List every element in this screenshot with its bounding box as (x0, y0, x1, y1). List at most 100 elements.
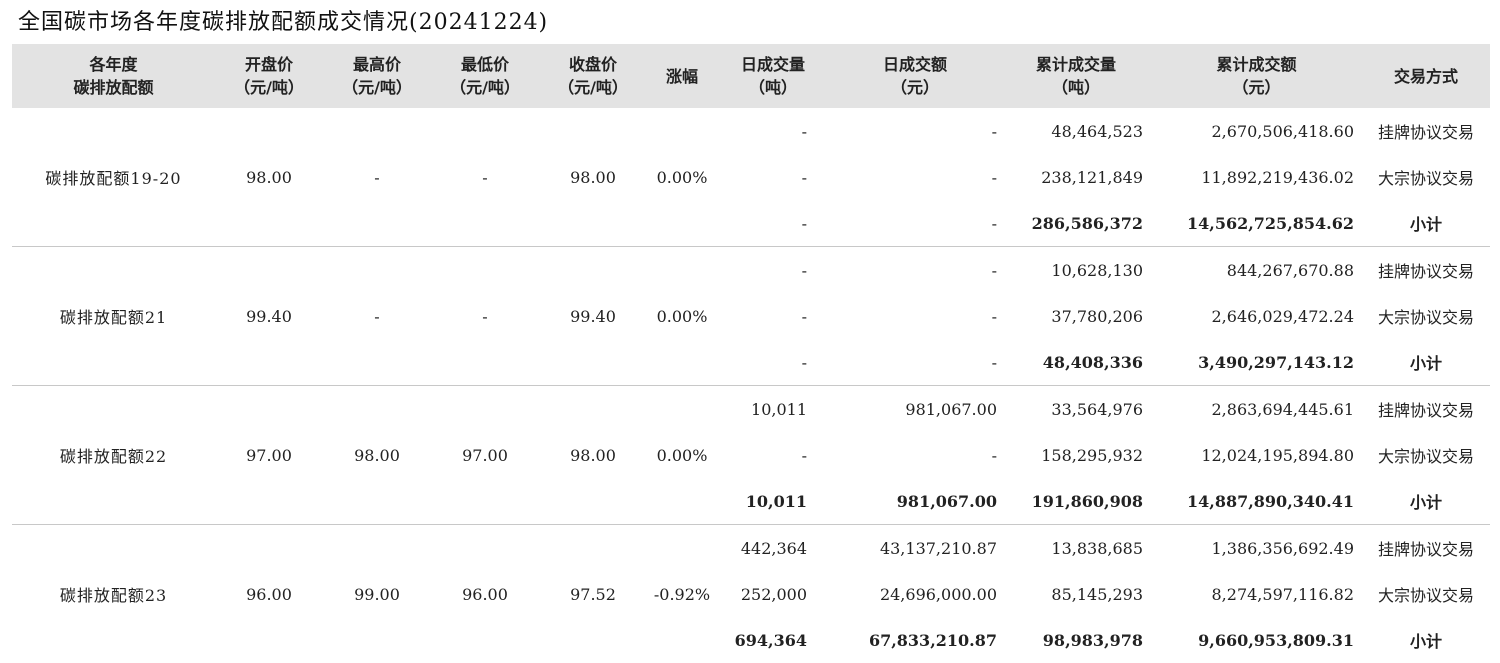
table-row: 碳排放配额22 97.00 98.00 97.00 98.00 0.00% 10… (12, 386, 1490, 433)
day-amount: 981,067.00 (829, 386, 1001, 433)
day-amount: - (829, 154, 1001, 200)
trade-method: 小计 (1362, 478, 1490, 525)
col-header-low: 最低价（元/吨） (431, 44, 539, 108)
quota-name: 碳排放配额21 (12, 247, 215, 386)
day-volume: - (717, 108, 829, 154)
col-header-day-amount: 日成交额（元） (829, 44, 1001, 108)
col-header-change: 涨幅 (647, 44, 717, 108)
table-row: 碳排放配额23 96.00 99.00 96.00 97.52 -0.92% 4… (12, 525, 1490, 572)
table-row: 碳排放配额19-20 98.00 - - 98.00 0.00% - - 48,… (12, 108, 1490, 154)
col-header-method: 交易方式 (1362, 44, 1490, 108)
trade-method: 小计 (1362, 339, 1490, 386)
cum-volume: 48,464,523 (1001, 108, 1151, 154)
low-price: - (431, 108, 539, 247)
carbon-quota-table: 各年度碳排放配额 开盘价（元/吨） 最高价（元/吨） 最低价（元/吨） 收盘价（… (12, 44, 1490, 663)
day-amount: - (829, 293, 1001, 339)
quota-name: 碳排放配额23 (12, 525, 215, 663)
col-header-close: 收盘价（元/吨） (539, 44, 647, 108)
cum-volume: 98,983,978 (1001, 617, 1151, 663)
open-price: 99.40 (215, 247, 323, 386)
col-header-cum-amount: 累计成交额（元） (1151, 44, 1362, 108)
day-amount: - (829, 247, 1001, 294)
cum-amount: 844,267,670.88 (1151, 247, 1362, 294)
cum-amount: 8,274,597,116.82 (1151, 571, 1362, 617)
cum-amount: 2,863,694,445.61 (1151, 386, 1362, 433)
day-volume: 442,364 (717, 525, 829, 572)
high-price: - (323, 108, 431, 247)
change-pct: 0.00% (647, 247, 717, 386)
cum-volume: 238,121,849 (1001, 154, 1151, 200)
quota-name: 碳排放配额19-20 (12, 108, 215, 247)
open-price: 97.00 (215, 386, 323, 525)
day-volume: 252,000 (717, 571, 829, 617)
high-price: - (323, 247, 431, 386)
cum-volume: 158,295,932 (1001, 432, 1151, 478)
day-amount: 24,696,000.00 (829, 571, 1001, 617)
cum-volume: 286,586,372 (1001, 200, 1151, 247)
day-volume: - (717, 200, 829, 247)
trade-method: 大宗协议交易 (1362, 293, 1490, 339)
quota-name: 碳排放配额22 (12, 386, 215, 525)
high-price: 98.00 (323, 386, 431, 525)
day-volume: 10,011 (717, 478, 829, 525)
cum-amount: 2,646,029,472.24 (1151, 293, 1362, 339)
cum-amount: 1,386,356,692.49 (1151, 525, 1362, 572)
cum-amount: 14,887,890,340.41 (1151, 478, 1362, 525)
cum-volume: 37,780,206 (1001, 293, 1151, 339)
cum-amount: 2,670,506,418.60 (1151, 108, 1362, 154)
change-pct: 0.00% (647, 108, 717, 247)
trade-method: 挂牌协议交易 (1362, 108, 1490, 154)
page-title: 全国碳市场各年度碳排放配额成交情况(20241224) (18, 4, 548, 36)
day-amount: - (829, 432, 1001, 478)
trade-method: 挂牌协议交易 (1362, 525, 1490, 572)
close-price: 98.00 (539, 108, 647, 247)
day-amount: 43,137,210.87 (829, 525, 1001, 572)
col-header-open: 开盘价（元/吨） (215, 44, 323, 108)
day-volume: 10,011 (717, 386, 829, 433)
col-header-day-volume: 日成交量（吨） (717, 44, 829, 108)
close-price: 99.40 (539, 247, 647, 386)
day-volume: - (717, 432, 829, 478)
low-price: 97.00 (431, 386, 539, 525)
col-header-quota: 各年度碳排放配额 (12, 44, 215, 108)
trade-method: 大宗协议交易 (1362, 571, 1490, 617)
close-price: 97.52 (539, 525, 647, 663)
cum-amount: 12,024,195,894.80 (1151, 432, 1362, 478)
cum-volume: 48,408,336 (1001, 339, 1151, 386)
cum-amount: 11,892,219,436.02 (1151, 154, 1362, 200)
day-volume: - (717, 293, 829, 339)
day-volume: 694,364 (717, 617, 829, 663)
table-header-row: 各年度碳排放配额 开盘价（元/吨） 最高价（元/吨） 最低价（元/吨） 收盘价（… (12, 44, 1490, 108)
cum-volume: 13,838,685 (1001, 525, 1151, 572)
change-pct: -0.92% (647, 525, 717, 663)
day-volume: - (717, 247, 829, 294)
close-price: 98.00 (539, 386, 647, 525)
trade-method: 挂牌协议交易 (1362, 386, 1490, 433)
col-header-cum-volume: 累计成交量（吨） (1001, 44, 1151, 108)
high-price: 99.00 (323, 525, 431, 663)
trade-method: 大宗协议交易 (1362, 432, 1490, 478)
day-volume: - (717, 339, 829, 386)
trade-method: 大宗协议交易 (1362, 154, 1490, 200)
day-volume: - (717, 154, 829, 200)
cum-volume: 85,145,293 (1001, 571, 1151, 617)
day-amount: - (829, 200, 1001, 247)
col-header-high: 最高价（元/吨） (323, 44, 431, 108)
trade-method: 小计 (1362, 200, 1490, 247)
cum-amount: 3,490,297,143.12 (1151, 339, 1362, 386)
change-pct: 0.00% (647, 386, 717, 525)
cum-volume: 33,564,976 (1001, 386, 1151, 433)
low-price: 96.00 (431, 525, 539, 663)
day-amount: 981,067.00 (829, 478, 1001, 525)
trade-method: 挂牌协议交易 (1362, 247, 1490, 294)
day-amount: 67,833,210.87 (829, 617, 1001, 663)
cum-amount: 14,562,725,854.62 (1151, 200, 1362, 247)
cum-volume: 10,628,130 (1001, 247, 1151, 294)
day-amount: - (829, 108, 1001, 154)
cum-volume: 191,860,908 (1001, 478, 1151, 525)
open-price: 96.00 (215, 525, 323, 663)
trade-method: 小计 (1362, 617, 1490, 663)
low-price: - (431, 247, 539, 386)
open-price: 98.00 (215, 108, 323, 247)
cum-amount: 9,660,953,809.31 (1151, 617, 1362, 663)
